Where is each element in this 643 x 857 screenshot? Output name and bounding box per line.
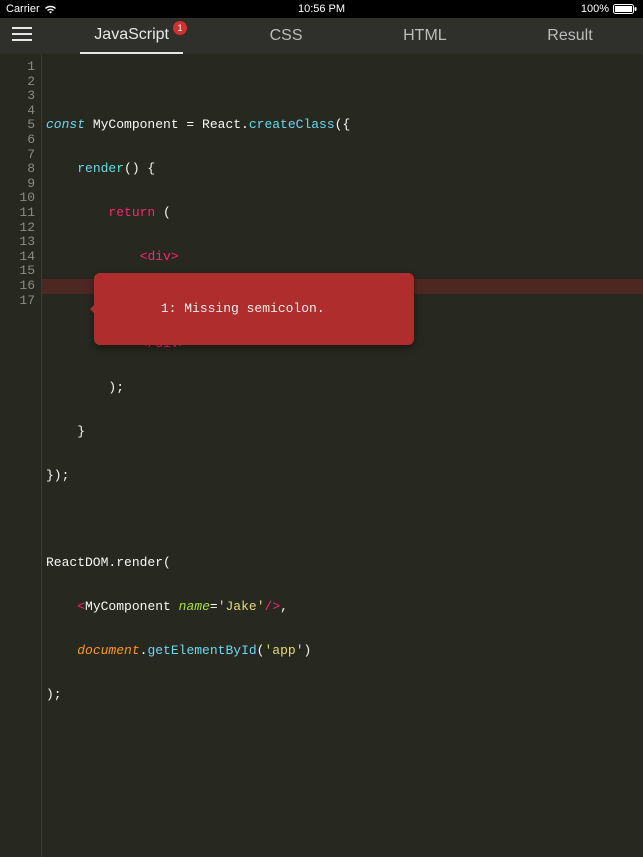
line-number: 14 <box>0 250 35 265</box>
code-line: return ( <box>46 206 643 221</box>
line-number: 11 <box>0 206 35 221</box>
tab-label: HTML <box>403 27 447 45</box>
code-line: <div> <box>46 250 643 265</box>
line-number: 4 <box>0 104 35 119</box>
code-area[interactable]: const MyComponent = React.createClass({ … <box>42 54 643 857</box>
line-number: 15 <box>0 264 35 279</box>
code-line <box>46 775 643 790</box>
line-number-gutter: 1234567891011121314151617 <box>0 54 42 857</box>
code-line: document.getElementById('app') <box>46 644 643 659</box>
status-bar: Carrier 10:56 PM 100% <box>0 0 643 18</box>
line-number: 3 <box>0 89 35 104</box>
code-line: }); <box>46 469 643 484</box>
error-count-badge: 1 <box>173 21 187 35</box>
hamburger-icon <box>12 27 32 46</box>
error-message: 1: Missing semicolon. <box>161 301 325 316</box>
code-line: <MyComponent name='Jake'/>, <box>46 600 643 615</box>
code-editor[interactable]: 1234567891011121314151617 const MyCompon… <box>0 54 643 857</box>
line-number: 9 <box>0 177 35 192</box>
tab-label: JavaScript <box>94 26 169 44</box>
code-line: const MyComponent = React.createClass({ <box>46 118 643 133</box>
code-line: ); <box>46 381 643 396</box>
tab-css[interactable]: CSS <box>256 18 317 54</box>
line-number: 10 <box>0 191 35 206</box>
line-number: 6 <box>0 133 35 148</box>
tab-label: CSS <box>270 27 303 45</box>
line-number: 5 <box>0 118 35 133</box>
code-line: ReactDOM.render( <box>46 556 643 571</box>
battery-icon <box>613 4 637 14</box>
line-number: 13 <box>0 235 35 250</box>
battery-percent: 100% <box>581 3 609 15</box>
carrier-label: Carrier <box>6 3 40 15</box>
line-number: 16 <box>0 279 35 294</box>
tab-result[interactable]: Result <box>533 18 606 54</box>
code-line <box>46 731 643 746</box>
code-line <box>46 819 643 834</box>
line-number: 12 <box>0 221 35 236</box>
status-time: 10:56 PM <box>298 3 345 15</box>
code-line: ); <box>46 688 643 703</box>
tab-label: Result <box>547 27 592 45</box>
line-number: 7 <box>0 148 35 163</box>
line-number: 1 <box>0 60 35 75</box>
code-line: render() { <box>46 162 643 177</box>
error-tooltip: 1: Missing semicolon. <box>94 273 414 345</box>
line-number: 17 <box>0 294 35 309</box>
tab-html[interactable]: HTML <box>389 18 461 54</box>
code-line <box>46 512 643 527</box>
menu-button[interactable] <box>0 18 44 54</box>
code-line: } <box>46 425 643 440</box>
wifi-icon <box>44 5 57 14</box>
tab-bar: JavaScript 1 CSS HTML Result <box>0 18 643 54</box>
line-number: 2 <box>0 75 35 90</box>
line-number: 8 <box>0 162 35 177</box>
tab-javascript[interactable]: JavaScript 1 <box>80 18 183 54</box>
